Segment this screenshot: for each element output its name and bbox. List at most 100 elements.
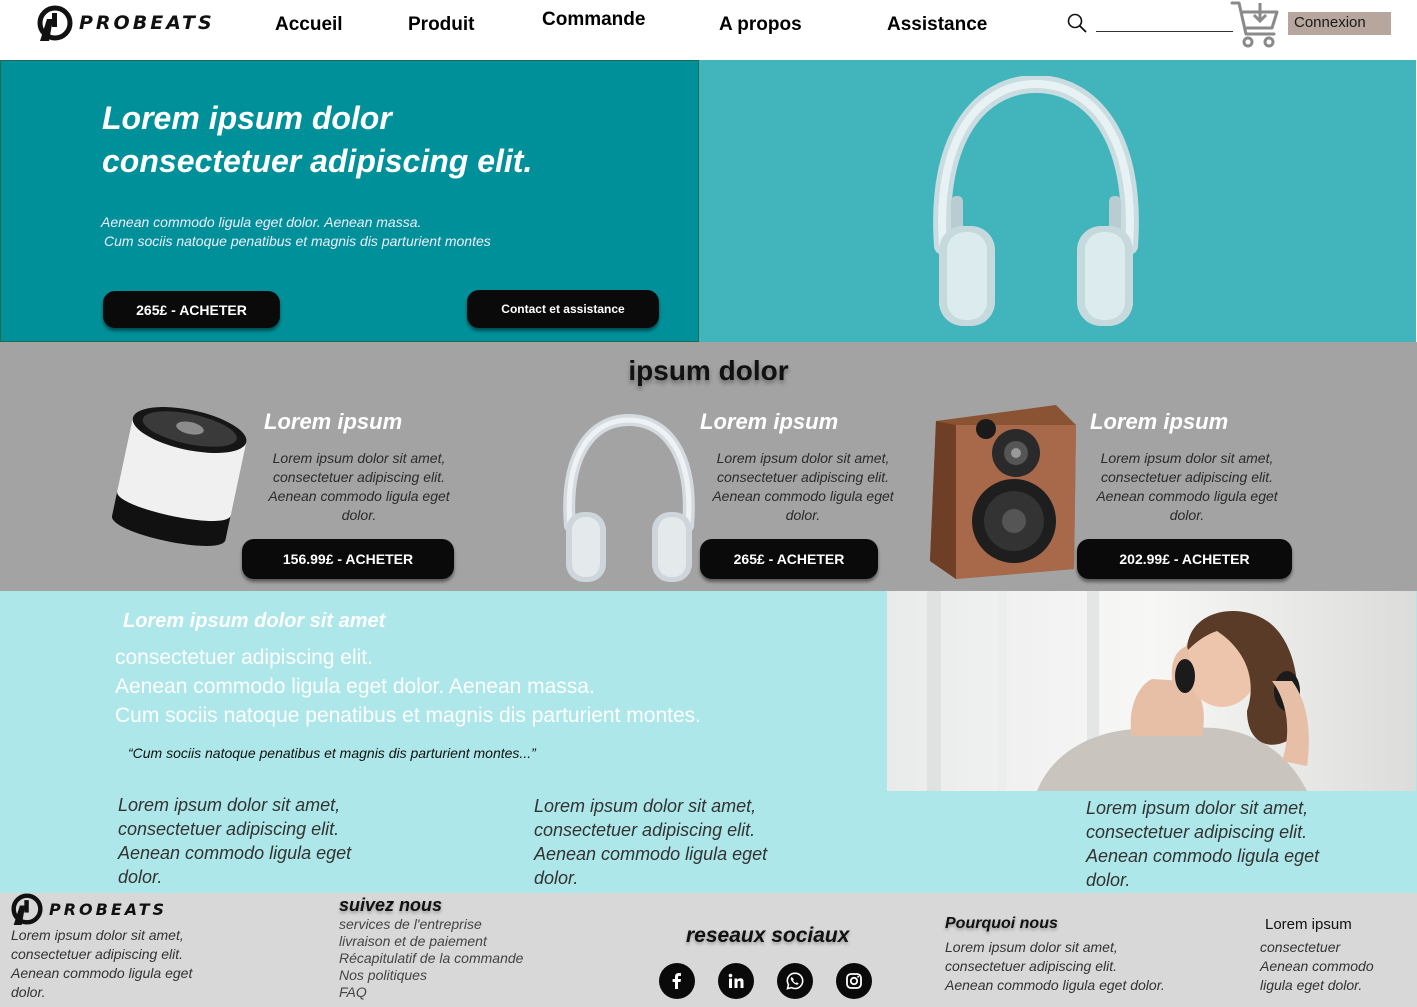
- follow-heading: suivez nous: [339, 895, 443, 915]
- products-title: ipsum dolor: [628, 355, 789, 386]
- about-column-line: Lorem ipsum dolor sit amet,: [118, 795, 341, 815]
- products-section: ipsum dolor Lorem ipsum Lorem ipsum dolo…: [0, 342, 1417, 591]
- product-description-line: consectetuer adipiscing elit.: [717, 469, 889, 485]
- linkedin-icon: [728, 973, 744, 988]
- instagram-icon: [846, 973, 862, 989]
- extra-heading: Lorem ipsum: [1265, 916, 1352, 933]
- brand-name: PROBEATS: [79, 12, 215, 34]
- about-column-line: dolor.: [534, 868, 579, 888]
- footer-brand-text-line: dolor.: [11, 984, 46, 1000]
- product-description-line: consectetuer adipiscing elit.: [273, 469, 445, 485]
- about-column: Lorem ipsum dolor sit amet, consectetuer…: [1086, 796, 1319, 892]
- product-buy-button[interactable]: 265£ - ACHETER: [700, 539, 878, 579]
- hero-title-line: consectetuer adipiscing elit.: [102, 143, 533, 179]
- footer-brand-logo[interactable]: PROBEATS: [11, 893, 167, 925]
- whatsapp-icon: [786, 972, 804, 990]
- why-text: Lorem ipsum dolor sit amet, consectetuer…: [945, 938, 1165, 995]
- facebook-icon: [672, 973, 681, 989]
- brand-logo-icon: [37, 5, 73, 41]
- extra-text: consectetuer Aenean commodo ligula eget …: [1260, 938, 1374, 995]
- contact-button[interactable]: Contact et assistance: [467, 290, 659, 328]
- search-input[interactable]: [1096, 31, 1233, 32]
- woman-with-headphones-image: [887, 591, 1416, 791]
- about-column-line: dolor.: [1086, 870, 1131, 890]
- about-body-line: Aenean commodo ligula eget dolor. Aenean…: [115, 675, 595, 698]
- headphones-image: [563, 414, 695, 582]
- login-button[interactable]: Connexion: [1288, 12, 1391, 35]
- footer-brand-text-line: Aenean commodo ligula eget: [11, 965, 193, 981]
- product-name: Lorem ipsum: [1090, 409, 1229, 434]
- about-column: Lorem ipsum dolor sit amet, consectetuer…: [534, 794, 767, 890]
- about-heading: Lorem ipsum dolor sit amet: [123, 610, 386, 632]
- bookshelf-speaker-image: [930, 405, 1076, 579]
- about-body-line: Cum sociis natoque penatibus et magnis d…: [115, 704, 701, 727]
- whatsapp-button[interactable]: [777, 963, 813, 999]
- footer-link[interactable]: Nos politiques: [339, 967, 523, 984]
- hero-subtitle: Aenean commodo ligula eget dolor. Aenean…: [101, 213, 491, 251]
- brand-logo-icon: [11, 893, 43, 925]
- product-description-line: Aenean commodo ligula eget: [712, 488, 894, 504]
- product-description-line: Lorem ipsum dolor sit amet,: [272, 450, 446, 466]
- nav-produit[interactable]: Produit: [408, 14, 475, 36]
- product-description-line: consectetuer adipiscing elit.: [1101, 469, 1273, 485]
- hero-title-line: Lorem ipsum dolor: [102, 100, 392, 136]
- footer-link[interactable]: FAQ: [339, 984, 523, 1001]
- nav-commande[interactable]: Commande: [542, 9, 645, 31]
- product-buy-button[interactable]: 202.99£ - ACHETER: [1077, 539, 1292, 579]
- speaker-image: [112, 407, 247, 546]
- footer-link[interactable]: livraison et de paiement: [339, 933, 523, 950]
- headphones-image: [933, 76, 1139, 326]
- brand-logo[interactable]: PROBEATS: [37, 5, 215, 41]
- about-column-line: Aenean commodo ligula eget: [534, 844, 768, 864]
- nav-accueil[interactable]: Accueil: [275, 14, 343, 36]
- footer-brand-text: Lorem ipsum dolor sit amet, consectetuer…: [11, 926, 192, 1002]
- social-heading: reseaux sociaux: [686, 924, 850, 947]
- product-description: Lorem ipsum dolor sit amet, consectetuer…: [698, 449, 908, 525]
- product-description-line: Aenean commodo ligula eget: [1096, 488, 1278, 504]
- extra-text-line: ligula eget dolor.: [1260, 977, 1363, 993]
- product-description-line: Lorem ipsum dolor sit amet,: [716, 450, 890, 466]
- about-column-line: Aenean commodo ligula eget: [118, 843, 352, 863]
- nav-assistance[interactable]: Assistance: [887, 14, 987, 36]
- about-body: consectetuer adipiscing elit. Aenean com…: [115, 643, 701, 730]
- about-quote: “Cum sociis natoque penatibus et magnis …: [128, 745, 536, 761]
- product-description: Lorem ipsum dolor sit amet, consectetuer…: [254, 449, 464, 525]
- woman-listening-photo: [887, 591, 1416, 791]
- nav-a-propos[interactable]: A propos: [719, 14, 802, 36]
- product-description-line: Aenean commodo ligula eget: [268, 488, 450, 504]
- footer-brand-name: PROBEATS: [49, 899, 168, 919]
- about-column-line: dolor.: [118, 867, 163, 887]
- about-column-line: consectetuer adipiscing elit.: [534, 820, 756, 840]
- hero-image-panel: [699, 60, 1416, 342]
- why-heading: Pourquoi nous: [945, 915, 1058, 932]
- product-buy-button[interactable]: 156.99£ - ACHETER: [242, 539, 454, 579]
- product-name: Lorem ipsum: [700, 409, 839, 434]
- search-icon[interactable]: [1066, 12, 1088, 34]
- product-description: Lorem ipsum dolor sit amet, consectetuer…: [1082, 449, 1292, 525]
- extra-text-line: Aenean commodo: [1260, 958, 1374, 974]
- hero-subtitle-line: Aenean commodo ligula eget dolor. Aenean…: [101, 214, 422, 230]
- footer-brand-text-line: consectetuer adipiscing elit.: [11, 946, 183, 962]
- product-description-line: dolor.: [341, 507, 377, 523]
- site-header: PROBEATS Accueil Produit Commande A prop…: [0, 0, 1417, 60]
- about-column-line: consectetuer adipiscing elit.: [1086, 822, 1308, 842]
- why-text-line: Lorem ipsum dolor sit amet,: [945, 939, 1118, 955]
- instagram-button[interactable]: [836, 963, 872, 999]
- footer-links: services de l'entreprise livraison et de…: [339, 916, 523, 1001]
- about-column-line: Aenean commodo ligula eget: [1086, 846, 1320, 866]
- hero-title: Lorem ipsum dolor consectetuer adipiscin…: [102, 97, 662, 183]
- about-column-line: Lorem ipsum dolor sit amet,: [1086, 798, 1309, 818]
- footer-link[interactable]: Récapitulatif de la commande: [339, 950, 523, 967]
- facebook-button[interactable]: [659, 963, 695, 999]
- product-description-line: Lorem ipsum dolor sit amet,: [1100, 450, 1274, 466]
- footer-link[interactable]: services de l'entreprise: [339, 916, 523, 933]
- extra-text-line: consectetuer: [1260, 939, 1341, 955]
- hero-subtitle-line: Cum sociis natoque penatibus et magnis d…: [104, 233, 491, 249]
- hero-buy-button[interactable]: 265£ - ACHETER: [103, 291, 280, 328]
- product-description-line: dolor.: [1169, 507, 1205, 523]
- why-text-line: consectetuer adipiscing elit.: [945, 958, 1117, 974]
- hero-panel: Lorem ipsum dolor consectetuer adipiscin…: [0, 60, 699, 342]
- cart-icon[interactable]: [1230, 0, 1282, 50]
- linkedin-button[interactable]: [718, 963, 754, 999]
- about-body-line: consectetuer adipiscing elit.: [115, 646, 373, 669]
